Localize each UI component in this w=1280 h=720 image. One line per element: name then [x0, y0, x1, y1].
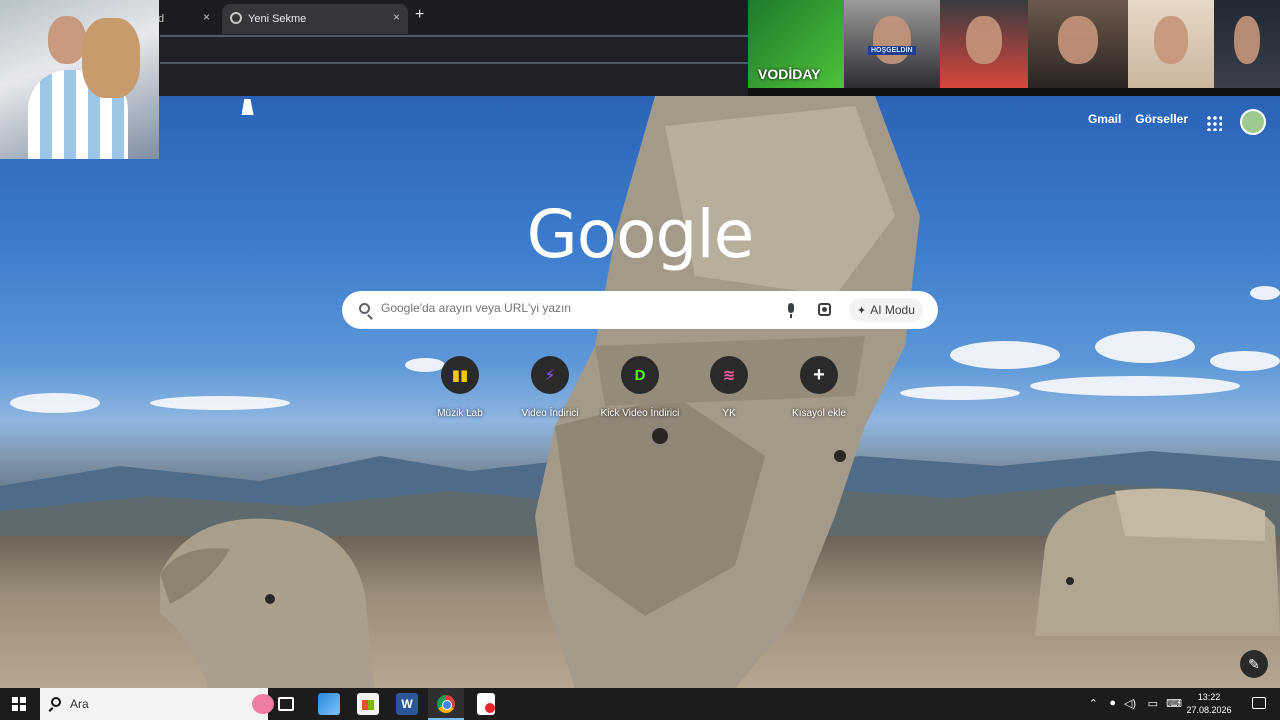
gmail-link[interactable]: Gmail: [1088, 112, 1121, 126]
shortcut-label: Kick Video İndirici: [600, 408, 680, 419]
flamingo-highlight-icon: [252, 694, 274, 714]
shortcut-video-indirici[interactable]: ⚡ Video İndirici: [505, 356, 595, 419]
clock-time: 13:22: [1197, 692, 1221, 702]
close-tab-icon[interactable]: ×: [203, 10, 210, 24]
person-face: [1058, 15, 1098, 65]
cloud: [1030, 376, 1240, 396]
pdf-app-icon[interactable]: [477, 693, 495, 715]
music-lab-icon: ▮▮: [441, 356, 479, 394]
chrome-app-icon[interactable]: [428, 688, 464, 720]
search-icon: [51, 697, 61, 707]
webcam-tile: VODİDAY: [748, 0, 844, 88]
ai-search-icon: ✦: [857, 304, 867, 317]
tab-title: Yeni Sekme: [248, 13, 307, 25]
webcam-tile: [1214, 0, 1280, 88]
webcam-overlay-grid: VODİDAY HOŞGELDİN: [748, 0, 1280, 96]
speaker-icon[interactable]: ◁): [1124, 697, 1136, 710]
clock[interactable]: 13:22 27.08.2026: [1184, 691, 1234, 717]
add-icon: +: [800, 356, 838, 394]
google-lens-icon[interactable]: [818, 303, 831, 316]
shortcut-yk[interactable]: ≋ YK: [684, 356, 774, 419]
shortcut-label: Video İndirici: [521, 408, 579, 419]
shortcut-label: YK: [722, 408, 736, 419]
lightning-icon: ⚡: [531, 356, 569, 394]
shortcut-kick-video-indirici[interactable]: D Kick Video İndirici: [595, 356, 685, 419]
google-logo: Google: [526, 196, 755, 273]
tab-previous[interactable]: d ×: [150, 4, 220, 34]
google-header-links: Gmail Görseller: [1088, 112, 1188, 126]
cloud: [150, 396, 290, 410]
tab-yeni-sekme[interactable]: Yeni Sekme ×: [222, 4, 408, 34]
person-face: [966, 15, 1002, 65]
ai-mode-label: AI Modu: [870, 303, 915, 317]
shortcut-label: Müzik Lab: [437, 408, 483, 419]
shortcut-muzik-lab[interactable]: ▮▮ Müzik Lab: [415, 356, 505, 419]
word-app-icon[interactable]: W: [396, 693, 418, 715]
chrome-favicon-icon: [230, 12, 242, 24]
address-bar-divider: [160, 35, 748, 37]
ai-mode-button[interactable]: ✦ AI Modu: [849, 298, 923, 322]
network-icon[interactable]: ▭: [1148, 697, 1158, 710]
chevron-up-icon[interactable]: ⌃: [1089, 697, 1098, 710]
webcam-tile: [844, 0, 940, 88]
person-face: [1153, 15, 1189, 65]
kick-icon: D: [621, 356, 659, 394]
webcam-overlay-left: [0, 0, 159, 159]
google-apps-icon[interactable]: [1206, 115, 1222, 131]
windows-start-icon[interactable]: [12, 697, 26, 711]
search-input[interactable]: [381, 301, 761, 315]
eagle-head-statue: [160, 518, 375, 688]
person-face: [1233, 15, 1261, 65]
taskbar-search-text: Ara: [70, 697, 89, 711]
teddy-bear: [82, 18, 140, 98]
cloud: [10, 393, 100, 413]
lion-statue: [1035, 488, 1280, 636]
task-view-icon[interactable]: [278, 697, 294, 711]
clock-date: 27.08.2026: [1186, 705, 1232, 715]
cloud: [1250, 286, 1280, 300]
photos-app-icon[interactable]: [318, 693, 340, 715]
bookmarks-bar-divider: [160, 62, 748, 64]
close-tab-icon[interactable]: ×: [393, 10, 400, 24]
person-face: [48, 16, 86, 64]
account-avatar[interactable]: [1240, 109, 1266, 135]
cloud: [1210, 351, 1280, 371]
cloud: [1095, 331, 1195, 363]
customize-pencil-icon[interactable]: ✎: [1240, 650, 1268, 678]
search-icon: [359, 303, 370, 314]
webcam-tile: [1128, 0, 1214, 88]
windows-taskbar: Ara W ⌃ ● ◁) ▭ ⌨ 13:22 27.08.2026: [0, 688, 1280, 720]
streamer-label: VODİDAY: [758, 66, 821, 82]
cloud: [950, 341, 1060, 369]
welcome-banner: HOŞGELDİN: [868, 46, 916, 55]
taskbar-search-box[interactable]: Ara: [40, 688, 274, 720]
microphone-icon[interactable]: [788, 303, 794, 318]
webcam-tile: [940, 0, 1028, 88]
images-link[interactable]: Görseller: [1135, 112, 1188, 126]
shortcut-label: Kısayol ekle: [792, 408, 846, 419]
new-tab-button[interactable]: +: [415, 6, 424, 24]
yk-icon: ≋: [710, 356, 748, 394]
person-face: [872, 15, 912, 65]
microphone-icon[interactable]: ●: [1109, 697, 1116, 709]
notification-center-icon[interactable]: [1252, 697, 1266, 709]
search-box[interactable]: ✦ AI Modu: [342, 291, 938, 329]
keyboard-icon[interactable]: ⌨: [1166, 697, 1182, 710]
shortcut-add[interactable]: + Kısayol ekle: [774, 356, 864, 419]
webcam-tile: [1028, 0, 1128, 88]
microsoft-store-icon[interactable]: [357, 693, 379, 715]
